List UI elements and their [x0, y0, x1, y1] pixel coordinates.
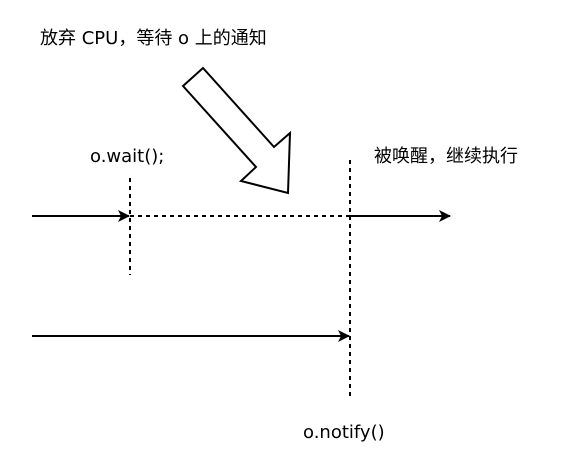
block-arrow-icon	[181, 66, 292, 195]
wait-call-label: o.wait();	[90, 146, 164, 167]
woken-continue-note: 被唤醒，继续执行	[374, 146, 518, 167]
release-cpu-note: 放弃 CPU，等待 o 上的通知	[40, 28, 267, 49]
wait-notify-diagram: 放弃 CPU，等待 o 上的通知 o.wait(); 被唤醒，继续执行 o.no…	[32, 28, 518, 443]
notify-call-label: o.notify()	[303, 422, 385, 443]
